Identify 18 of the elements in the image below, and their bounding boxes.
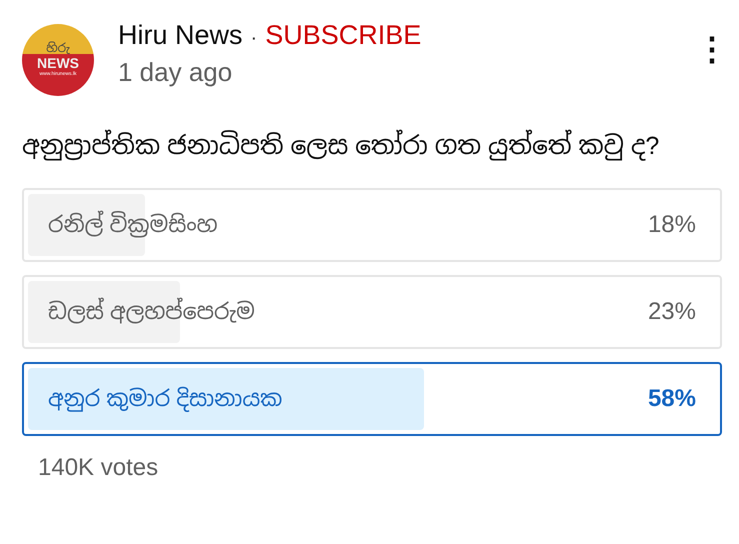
option-label: රනිල් වික්‍රමසිංහ bbox=[48, 211, 218, 239]
subscribe-link[interactable]: SUBSCRIBE bbox=[265, 20, 422, 51]
poll-option[interactable]: රනිල් වික්‍රමසිංහ 18% bbox=[22, 188, 722, 262]
post-time: 1 day ago bbox=[118, 57, 234, 88]
option-percent: 58% bbox=[648, 385, 696, 413]
poll-question: අනුප්‍රාප්තික ජනාධිපති ලෙස තෝරා ගත යුත්තේ කවු ද? bbox=[22, 130, 722, 162]
option-label: ඩලස් අලහප්පෙරුම bbox=[48, 298, 255, 326]
separator: · bbox=[250, 27, 258, 50]
logo-text: NEWS bbox=[37, 54, 79, 71]
option-label: අනුර කුමාර දිසානායක bbox=[48, 385, 282, 413]
poll-option[interactable]: ඩලස් අලහප්පෙරුම 23% bbox=[22, 275, 722, 349]
option-percent: 18% bbox=[648, 211, 696, 239]
channel-name[interactable]: Hiru News bbox=[118, 20, 243, 51]
option-percent: 23% bbox=[648, 298, 696, 326]
logo-text: හිරු bbox=[46, 42, 70, 55]
more-menu-button[interactable]: ⋮ bbox=[692, 30, 732, 68]
vote-count: 140K votes bbox=[38, 454, 160, 482]
poll-option[interactable]: අනුර කුමාර දිසානායක 58% bbox=[22, 362, 722, 436]
